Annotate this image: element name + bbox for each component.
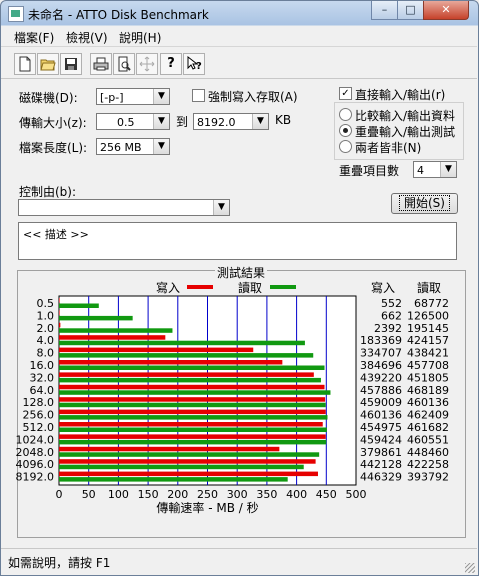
x-tick-label: 450: [316, 488, 337, 501]
x-tick-label: 400: [286, 488, 307, 501]
read-value: 448460: [407, 446, 449, 459]
write-value: 183369: [360, 334, 402, 347]
read-bar: [59, 415, 328, 420]
category-label: 512.0: [23, 421, 55, 434]
read-value: 451805: [407, 371, 449, 384]
category-label: 8192.0: [16, 471, 55, 484]
read-value: 424157: [407, 334, 449, 347]
read-bar: [59, 427, 327, 432]
write-value: 459009: [360, 396, 402, 409]
write-bar: [59, 459, 316, 464]
write-bar: [59, 409, 326, 415]
read-value: 195145: [407, 322, 449, 335]
read-bar: [59, 390, 331, 395]
read-bar: [59, 377, 321, 383]
category-label: 32.0: [30, 371, 55, 384]
write-bar: [59, 360, 283, 365]
x-tick-label: 100: [108, 488, 129, 501]
write-value: 459424: [360, 433, 402, 446]
category-label: 2.0: [37, 322, 55, 335]
read-bar: [59, 365, 325, 370]
write-value: 446329: [360, 471, 402, 484]
write-value: 552: [381, 297, 402, 310]
read-bar: [59, 328, 173, 333]
write-value: 439220: [360, 371, 402, 384]
write-bar: [59, 347, 254, 353]
write-value: 460136: [360, 409, 402, 422]
write-value: 454975: [360, 421, 402, 434]
read-bar: [59, 439, 327, 445]
read-bar: [59, 303, 99, 308]
read-value: 68772: [414, 297, 449, 310]
category-label: 4.0: [37, 334, 55, 347]
write-bar: [59, 434, 326, 439]
category-label: 128.0: [23, 396, 55, 409]
write-bar: [59, 397, 326, 402]
read-bar: [59, 464, 304, 470]
read-value: 393792: [407, 471, 449, 484]
write-value: 379861: [360, 446, 402, 459]
read-bar: [59, 452, 320, 457]
category-label: 64.0: [30, 384, 55, 397]
write-bar: [59, 446, 280, 452]
write-bar: [59, 322, 61, 328]
read-value: 438421: [407, 347, 449, 360]
read-bar: [59, 353, 314, 358]
status-text: 如需說明，請按 F1: [8, 556, 111, 570]
read-value: 461682: [407, 421, 449, 434]
category-label: 8.0: [37, 347, 55, 360]
x-tick-label: 500: [346, 488, 367, 501]
read-bar: [59, 340, 305, 346]
category-label: 1.0: [37, 309, 55, 322]
write-bar: [59, 372, 314, 377]
x-axis-label: 傳輸速率 - MB / 秒: [156, 500, 258, 515]
x-tick-label: 350: [256, 488, 277, 501]
write-bar: [59, 422, 323, 427]
write-bar: [59, 335, 166, 340]
category-label: 2048.0: [16, 446, 55, 459]
write-value: 384696: [360, 359, 402, 372]
read-value: 126500: [407, 309, 449, 322]
x-tick-label: 250: [197, 488, 218, 501]
read-value: 457708: [407, 359, 449, 372]
write-bar: [59, 298, 60, 303]
write-bar: [59, 471, 318, 477]
write-value: 457886: [360, 384, 402, 397]
write-bar: [59, 310, 60, 315]
write-value: 442128: [360, 458, 402, 471]
status-bar: 如需說明，請按 F1: [1, 548, 477, 575]
read-value: 422258: [407, 458, 449, 471]
read-value: 462409: [407, 409, 449, 422]
x-tick-label: 200: [167, 488, 188, 501]
x-tick-label: 0: [56, 488, 63, 501]
resize-grip-icon[interactable]: [465, 563, 475, 573]
x-tick-label: 150: [138, 488, 159, 501]
category-label: 256.0: [23, 409, 55, 422]
write-value: 334707: [360, 347, 402, 360]
write-value: 2392: [374, 322, 402, 335]
read-value: 468189: [407, 384, 449, 397]
read-bar: [59, 477, 288, 482]
write-bar: [59, 384, 325, 390]
category-label: 16.0: [30, 359, 55, 372]
read-bar: [59, 402, 326, 408]
category-label: 4096.0: [16, 458, 55, 471]
write-value: 662: [381, 309, 402, 322]
x-tick-label: 300: [227, 488, 248, 501]
x-tick-label: 50: [82, 488, 96, 501]
read-value: 460136: [407, 396, 449, 409]
category-label: 1024.0: [16, 433, 55, 446]
read-bar: [59, 315, 133, 321]
transfer-rate-chart: 0 50 100 150 200 250 300 350 400 450 500 傳輸速率 - MB …: [16, 295, 449, 515]
category-label: 0.5: [37, 297, 55, 310]
read-value: 460551: [407, 433, 449, 446]
